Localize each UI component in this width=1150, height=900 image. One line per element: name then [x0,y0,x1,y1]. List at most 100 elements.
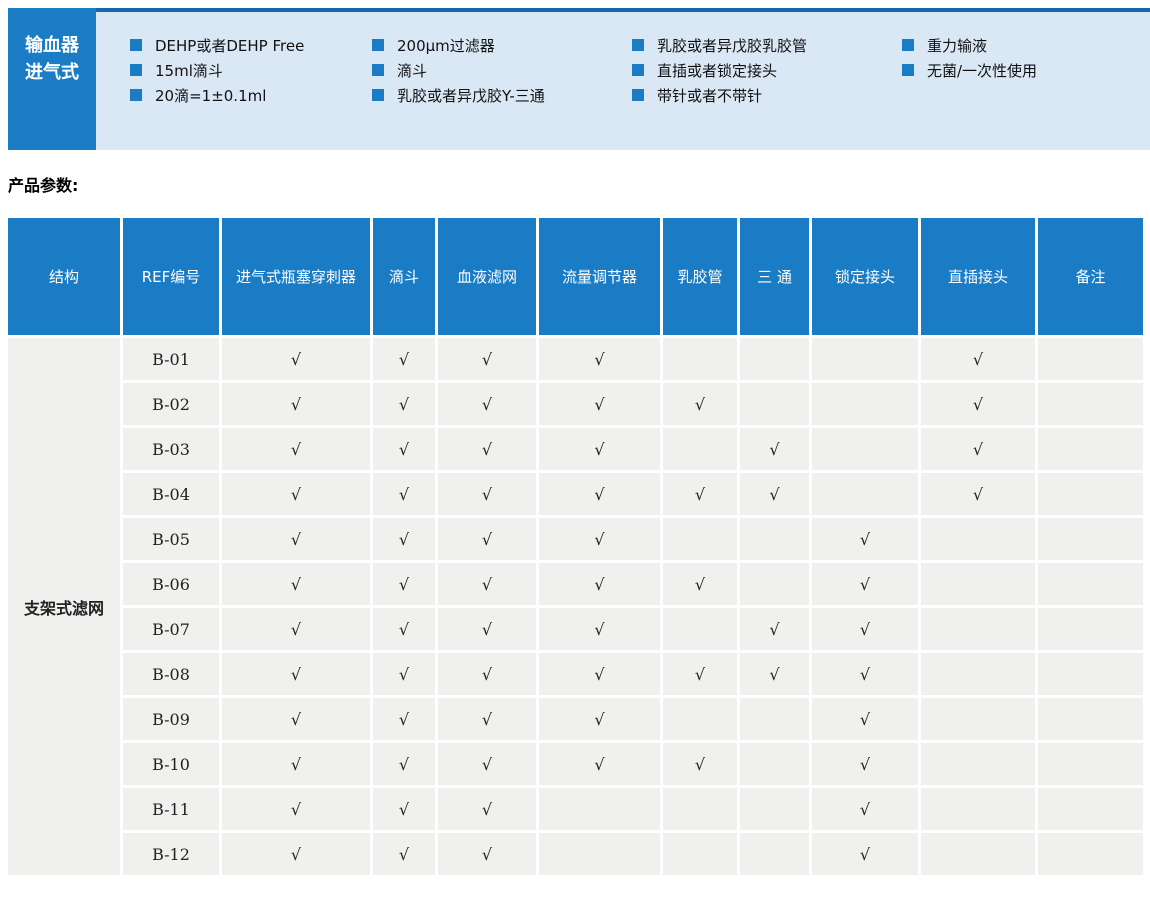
feature-panel: DEHP或者DEHP Free 15ml滴斗 20滴=1±0.1ml 200μm过滤… [96,8,1150,150]
page: 输血器 进气式 DEHP或者DEHP Free 15ml滴斗 20滴=1±0.1ml… [8,8,1150,878]
table-row-B-06[interactable]: B-06 √ √ √ √ √ √ [8,563,1143,608]
check-cell: √ [438,608,539,653]
check-cell: √ [373,383,438,428]
check-cell: √ [663,653,740,698]
empty-cell [740,518,812,563]
empty-cell [1038,428,1143,473]
ref-cell: B-03 [123,428,222,473]
empty-cell [1038,743,1143,788]
empty-cell [921,563,1038,608]
check-cell: √ [812,743,921,788]
feature-column-4: 重力输液 无菌/一次性使用 [902,36,1037,86]
table-row-B-03[interactable]: B-03 √ √ √ √ √ √ [8,428,1143,473]
check-cell: √ [222,743,373,788]
table-row-B-02[interactable]: B-02 √ √ √ √ √ √ [8,383,1143,428]
empty-cell [921,698,1038,743]
table-row-B-07[interactable]: B-07 √ √ √ √ √ √ [8,608,1143,653]
empty-cell [1038,338,1143,383]
check-cell: √ [438,563,539,608]
table-row-B-05[interactable]: B-05 √ √ √ √ √ [8,518,1143,563]
bullet-square-icon [372,64,384,76]
table-row-B-12[interactable]: B-12 √ √ √ √ [8,833,1143,878]
check-cell: √ [373,473,438,518]
bullet-square-icon [632,64,644,76]
check-cell: √ [222,698,373,743]
empty-cell [1038,698,1143,743]
check-cell: √ [812,563,921,608]
check-cell: √ [373,338,438,383]
check-cell: √ [373,653,438,698]
empty-cell [663,338,740,383]
check-cell: √ [373,833,438,878]
table-row-B-10[interactable]: B-10 √ √ √ √ √ √ [8,743,1143,788]
table-row-B-01[interactable]: 支架式滤网 B-01 √ √ √ √ √ [8,338,1143,878]
check-cell: √ [740,608,812,653]
table-row-B-04[interactable]: B-04 √ √ √ √ √ √ √ [8,473,1143,518]
feature-text: 200μm过滤器 [397,36,495,55]
table-row-B-08[interactable]: B-08 √ √ √ √ √ √ √ [8,653,1143,698]
feature-banner: 输血器 进气式 DEHP或者DEHP Free 15ml滴斗 20滴=1±0.1ml… [8,8,1150,150]
column-header-3: 进气式瓶塞穿刺器 [222,218,373,338]
check-cell: √ [438,788,539,833]
empty-cell [740,788,812,833]
empty-cell [740,833,812,878]
ref-cell: B-07 [123,608,222,653]
empty-cell [663,518,740,563]
empty-cell [1038,653,1143,698]
check-cell: √ [222,788,373,833]
check-cell: √ [921,338,1038,383]
check-cell: √ [373,608,438,653]
bullet-square-icon [902,39,914,51]
empty-cell [921,653,1038,698]
check-cell: √ [438,698,539,743]
feature-text: 乳胶或者异戊胶Y-三通 [397,86,545,105]
table-row-B-11[interactable]: B-11 √ √ √ √ [8,788,1143,833]
check-cell: √ [812,608,921,653]
empty-cell [1038,473,1143,518]
check-cell: √ [539,653,663,698]
empty-cell [921,788,1038,833]
check-cell: √ [539,383,663,428]
product-title-line2: 进气式 [25,62,79,83]
check-cell: √ [921,383,1038,428]
feature-item: 滴斗 [372,61,545,80]
feature-item: 200μm过滤器 [372,36,545,55]
check-cell: √ [373,428,438,473]
ref-cell: B-02 [123,383,222,428]
check-cell: √ [539,608,663,653]
empty-cell [1038,518,1143,563]
ref-cell: B-11 [123,788,222,833]
check-cell: √ [438,743,539,788]
feature-text: 15ml滴斗 [155,61,223,80]
check-cell: √ [812,698,921,743]
check-cell: √ [438,338,539,383]
table-row-B-09[interactable]: B-09 √ √ √ √ √ [8,698,1143,743]
check-cell: √ [222,653,373,698]
bullet-square-icon [902,64,914,76]
bullet-square-icon [130,39,142,51]
feature-column-1: DEHP或者DEHP Free 15ml滴斗 20滴=1±0.1ml [130,36,304,111]
ref-cell: B-06 [123,563,222,608]
empty-cell [740,338,812,383]
empty-cell [740,743,812,788]
feature-item: DEHP或者DEHP Free [130,36,304,55]
bullet-square-icon [632,89,644,101]
feature-text: 重力输液 [927,36,988,55]
check-cell: √ [438,383,539,428]
check-cell: √ [539,743,663,788]
column-header-2: REF编号 [123,218,222,338]
ref-cell: B-12 [123,833,222,878]
check-cell: √ [438,428,539,473]
empty-cell [663,608,740,653]
check-cell: √ [663,383,740,428]
empty-cell [539,833,663,878]
column-header-10: 直插接头 [921,218,1038,338]
bullet-square-icon [130,64,142,76]
empty-cell [1038,608,1143,653]
empty-cell [921,608,1038,653]
feature-item: 乳胶或者异戊胶乳胶管 [632,36,807,55]
feature-text: 20滴=1±0.1ml [155,86,267,105]
empty-cell [740,383,812,428]
check-cell: √ [740,653,812,698]
check-cell: √ [663,743,740,788]
